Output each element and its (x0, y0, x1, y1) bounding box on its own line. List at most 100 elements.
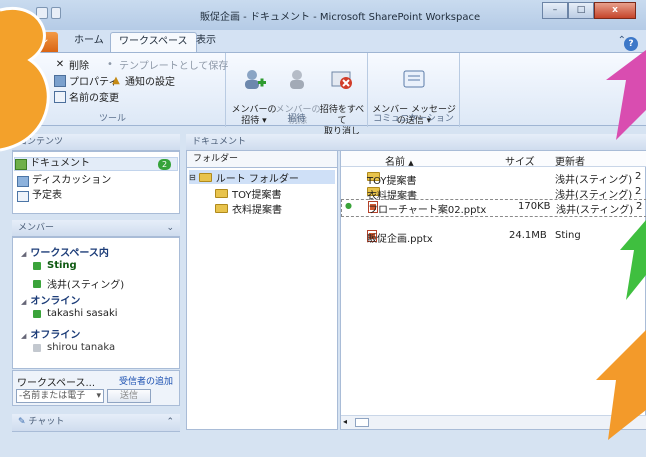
column-size[interactable]: サイズ (505, 153, 535, 168)
column-modifier[interactable]: 更新者 (555, 153, 585, 168)
communication-group-label: コミュニケーション (373, 114, 454, 124)
tab-view[interactable]: 表示 (188, 32, 224, 52)
ribbon-minimize-icon[interactable]: ⌃ ? (618, 35, 638, 51)
horizontal-scrollbar[interactable]: ◂ (341, 415, 646, 429)
nav-item-discussion[interactable]: ディスカッション (17, 174, 111, 188)
folder-icon (215, 204, 228, 213)
message-panel: ワークスペース... 受信者の追加 -名前または電子 ▾ 送信 (12, 370, 180, 406)
member-asai-label: 浅井(スティング) (47, 280, 125, 291)
maximize-button[interactable]: □ (568, 2, 594, 19)
cancel-invite-icon (331, 71, 352, 89)
nav-item-calendar[interactable]: 予定表 (17, 189, 62, 203)
workspace-label: ワークスペース... (17, 378, 96, 389)
group-in-workspace-label: ワークスペース内 (30, 248, 109, 259)
unread-marker-icon: ● (345, 201, 352, 210)
folder-column-header[interactable]: フォルダー (187, 151, 337, 168)
ribbon-tabs: ファイル ホーム ワークスペース 表示 ⌃ ? (0, 30, 646, 52)
calendar-icon (17, 190, 29, 202)
message-icon (403, 70, 425, 88)
sharepoint-workspace-window: 販促企画 - ドキュメント - Microsoft SharePoint Wor… (0, 0, 646, 457)
file-row[interactable]: 販促企画.pptx 24.1MB Sting (341, 229, 646, 245)
file-row-selected[interactable]: ● フローチャート案02.pptx 170KB 浅井(スティング) 2 (341, 199, 646, 217)
window-title: 販促企画 - ドキュメント - Microsoft SharePoint Wor… (200, 12, 481, 23)
tools-group-label: ツール (98, 114, 126, 124)
tab-home[interactable]: ホーム (66, 32, 112, 52)
column-name[interactable]: 名前 ▲ (385, 153, 414, 168)
presence-online-icon (33, 261, 41, 270)
tree-root-folder[interactable]: ⊟ ルート フォルダー (189, 170, 335, 185)
unread-count-badge: 2 (158, 159, 171, 170)
help-icon[interactable]: ? (624, 37, 638, 51)
window-controls: – □ x (542, 2, 636, 20)
save-icon[interactable] (36, 7, 48, 19)
properties-icon (54, 74, 66, 87)
file-modifier: 浅井(スティング) (555, 175, 633, 186)
tree-folder-clothing[interactable]: 衣料提案書 (215, 201, 282, 216)
cancel-all-invites-button[interactable]: 招待をすべて 取り消し (316, 57, 368, 138)
folder-icon (215, 189, 228, 198)
expand-chevron-icon[interactable]: ⌃ (166, 414, 174, 430)
customize-qat-icon[interactable] (51, 7, 61, 19)
ribbon-group-invite: メンバーの 招待 ▾ メンバーの 削除 招待をすべて 取り消し 招待 (226, 53, 368, 137)
tree-folder-toy[interactable]: TOY提案書 (215, 186, 282, 201)
tab-workspace[interactable]: ワークスペース (110, 32, 197, 52)
group-in-workspace[interactable]: ◢ ワークスペース内 (21, 244, 109, 259)
notify-settings-button[interactable]: ▲ 通知の設定 (110, 73, 175, 89)
dropdown-arrow-icon: ▾ (96, 391, 101, 401)
rename-label: 名前の変更 (69, 93, 119, 104)
quick-access-toolbar (36, 7, 64, 21)
folder-pane: フォルダー ⊟ ルート フォルダー TOY提案書 衣料提案書 (186, 150, 338, 430)
discussion-icon (17, 175, 29, 187)
tab-file[interactable]: ファイル (0, 32, 58, 52)
file-name: 販促企画.pptx (367, 234, 433, 245)
notify-icon: ▲ (112, 74, 120, 86)
member-takashi-label: takashi sasaki (47, 308, 118, 319)
group-offline-label: オフライン (30, 330, 81, 341)
chat-header[interactable]: ✎ チャット ⌃ (12, 414, 180, 432)
save-as-template-button[interactable]: • テンプレートとして保存 (104, 57, 229, 73)
file-extra: 2 (636, 201, 643, 212)
remove-member-icon (290, 70, 304, 89)
members-header[interactable]: メンバー ⌄ (12, 220, 180, 237)
members-header-label: メンバー (18, 223, 55, 233)
nav-calendar-label: 予定表 (32, 190, 62, 201)
file-size: 170KB (518, 201, 551, 212)
file-size: 24.1MB (509, 230, 547, 241)
folder-icon (198, 172, 212, 182)
recipient-select[interactable]: -名前または電子 ▾ (16, 389, 104, 403)
close-button[interactable]: x (594, 2, 636, 19)
member-sting[interactable]: Sting (33, 260, 77, 271)
minimize-button[interactable]: – (542, 2, 568, 19)
properties-button[interactable]: プロパティ (54, 73, 118, 88)
rename-icon (54, 90, 66, 103)
contents-header: コンテンツ (12, 134, 180, 151)
nav-documents-label: ドキュメント (30, 158, 90, 169)
file-extra: 2 (635, 186, 642, 197)
collapse-chevron-icon[interactable]: ⌄ (166, 220, 174, 236)
add-recipient-link[interactable]: 受信者の追加 (119, 374, 173, 387)
scroll-left-icon[interactable]: ◂ (343, 417, 347, 426)
file-list-pane: 名前 ▲ サイズ 更新者 TOY提案書 浅井(スティング) 2 衣料提案書 浅井… (340, 150, 646, 430)
delete-button[interactable]: ✕ 削除 (54, 57, 89, 73)
member-shirou-label: shirou tanaka (47, 342, 116, 353)
expand-triangle-icon: ◢ (21, 250, 27, 258)
file-row[interactable]: 衣料提案書 浅井(スティング) 2 (341, 185, 646, 202)
member-asai[interactable]: 浅井(スティング) (33, 276, 124, 291)
scrollbar-thumb[interactable] (355, 418, 369, 427)
members-panel: ◢ ワークスペース内 Sting 浅井(スティング) ◢ オンライン takashi… (12, 237, 180, 369)
nav-item-documents[interactable]: ドキュメント 2 (14, 157, 178, 171)
group-offline[interactable]: ◢ オフライン (21, 326, 80, 341)
member-takashi[interactable]: takashi sasaki (33, 308, 118, 319)
chat-label: チャット (28, 417, 65, 427)
notify-settings-label: 通知の設定 (125, 77, 175, 88)
member-shirou[interactable]: shirou tanaka (33, 342, 115, 353)
send-button[interactable]: 送信 (107, 389, 151, 403)
file-row[interactable]: TOY提案書 浅井(スティング) 2 (341, 170, 646, 187)
group-online[interactable]: ◢ オンライン (21, 292, 80, 307)
sort-ascending-icon: ▲ (408, 159, 414, 167)
toy-folder-label: TOY提案書 (232, 190, 282, 201)
bullet-icon: • (107, 58, 113, 70)
save-as-template-label: テンプレートとして保存 (119, 61, 229, 72)
collapse-tree-icon[interactable]: ⊟ (189, 173, 196, 182)
rename-button[interactable]: 名前の変更 (54, 89, 119, 104)
